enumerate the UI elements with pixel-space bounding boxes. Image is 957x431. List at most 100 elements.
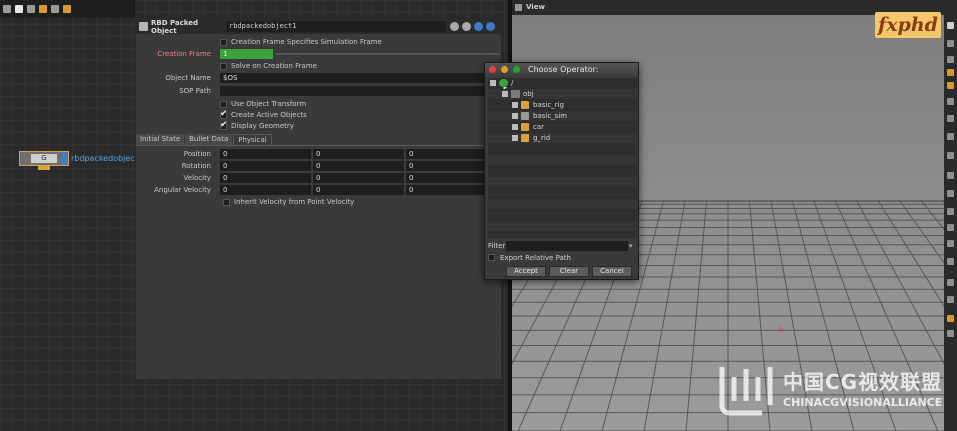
template-icon[interactable] xyxy=(947,296,954,303)
light-icon[interactable] xyxy=(947,115,954,122)
points-icon[interactable] xyxy=(947,152,954,159)
display-icon[interactable] xyxy=(947,82,954,89)
arrow-icon[interactable] xyxy=(515,4,522,11)
creation-frame-field[interactable]: 1 xyxy=(220,49,273,59)
edges-icon[interactable] xyxy=(947,190,954,197)
solve-on-creation-checkbox[interactable] xyxy=(220,63,227,70)
shading-icon[interactable] xyxy=(947,98,954,105)
info-icon[interactable] xyxy=(474,22,483,31)
light2-icon[interactable] xyxy=(947,258,954,265)
sticky-icon[interactable] xyxy=(63,5,71,13)
tree-row-empty xyxy=(488,166,637,176)
position-x-field[interactable]: 0 xyxy=(220,149,311,159)
tree-row-empty xyxy=(488,199,637,209)
tree-row-empty xyxy=(488,177,637,187)
viewport-title: View xyxy=(526,3,545,11)
solve-on-creation-label: Solve on Creation Frame xyxy=(231,62,317,70)
tree-row-basic-sim[interactable]: basic_sim xyxy=(488,111,637,121)
ghost-icon[interactable] xyxy=(947,224,954,231)
node-name-field[interactable]: rbdpackedobject1 xyxy=(226,21,446,32)
frame-icon[interactable] xyxy=(947,40,954,47)
tree-row-car[interactable]: car xyxy=(488,122,637,132)
node-type-icon: G xyxy=(41,154,47,162)
filter-input[interactable] xyxy=(506,241,628,251)
create-active-objects-checkbox[interactable] xyxy=(220,109,228,119)
gear-icon[interactable] xyxy=(450,22,459,31)
render-icon[interactable] xyxy=(947,330,954,337)
velocity-y-field[interactable]: 0 xyxy=(313,173,404,183)
position-y-field[interactable]: 0 xyxy=(313,149,404,159)
rotation-label: Rotation xyxy=(181,162,211,170)
use-object-transform-checkbox[interactable] xyxy=(220,101,227,108)
velocity-x-field[interactable]: 0 xyxy=(220,173,311,183)
expand-icon[interactable] xyxy=(512,124,518,130)
angular-velocity-x-field[interactable]: 0 xyxy=(220,185,311,195)
angular-velocity-y-field[interactable]: 0 xyxy=(313,185,404,195)
close-icon[interactable] xyxy=(489,66,496,73)
minimize-icon[interactable] xyxy=(501,66,508,73)
expand-icon[interactable] xyxy=(512,135,518,141)
clear-button[interactable]: Clear xyxy=(549,266,589,277)
tab-bullet-data[interactable]: Bullet Data xyxy=(185,134,233,145)
tree-row-empty xyxy=(488,221,637,231)
row-rotation: Rotation 0 0 0 xyxy=(136,161,501,172)
expand-icon[interactable] xyxy=(512,113,518,119)
inherit-velocity-checkbox[interactable] xyxy=(223,199,230,206)
row-display-geometry: Display Geometry xyxy=(136,120,501,132)
grid-icon[interactable] xyxy=(27,5,35,13)
accept-button[interactable]: Accept xyxy=(506,266,546,277)
creation-frame-slider[interactable] xyxy=(276,53,500,55)
object-name-label: Object Name xyxy=(165,74,211,82)
export-relative-checkbox[interactable] xyxy=(488,254,495,261)
tab-initial-state[interactable]: Initial State xyxy=(136,134,185,145)
filter-dropdown-icon[interactable]: ▾ xyxy=(629,241,633,251)
note-icon[interactable] xyxy=(51,5,59,13)
display-flag[interactable] xyxy=(62,152,68,165)
tab-physical[interactable]: Physical xyxy=(233,134,272,145)
param-tabs: Initial State Bullet Data Physical xyxy=(136,134,272,145)
image-icon[interactable] xyxy=(39,5,47,13)
layout-icon[interactable] xyxy=(3,5,11,13)
expand-icon[interactable] xyxy=(512,102,518,108)
sop-path-field[interactable] xyxy=(220,86,500,96)
dialog-title: Choose Operator: xyxy=(528,65,599,74)
node-output-connector[interactable] xyxy=(38,166,50,170)
folder-icon xyxy=(511,90,520,98)
watermark-emblem xyxy=(719,367,773,416)
node-body: G xyxy=(31,154,57,163)
help-icon[interactable] xyxy=(462,22,471,31)
tree-label: obj xyxy=(523,90,534,98)
dialog-titlebar[interactable]: Choose Operator: xyxy=(485,63,638,76)
rotation-x-field[interactable]: 0 xyxy=(220,161,311,171)
tree-row-basic-rig[interactable]: basic_rig xyxy=(488,100,637,110)
display-geometry-checkbox[interactable] xyxy=(220,120,228,130)
hide-icon[interactable] xyxy=(947,279,954,286)
collapse-icon[interactable] xyxy=(502,91,508,97)
operator-tree[interactable]: / ↖ obj basic_rig basic_sim car g_rid xyxy=(488,78,637,238)
normals-icon[interactable] xyxy=(947,172,954,179)
creation-frame-specifies-checkbox[interactable] xyxy=(220,39,227,46)
uv-icon[interactable] xyxy=(947,208,954,215)
tree-row-empty xyxy=(488,155,637,165)
sphere-icon[interactable] xyxy=(947,240,954,247)
tree-row-g-rid[interactable]: g_rid xyxy=(488,133,637,143)
row-sop-path: SOP Path xyxy=(136,86,501,97)
rotation-y-field[interactable]: 0 xyxy=(313,161,404,171)
cancel-button[interactable]: Cancel xyxy=(592,266,632,277)
row-inherit-velocity: Inherit Velocity from Point Velocity xyxy=(136,197,501,208)
tree-row-empty xyxy=(488,144,637,154)
layout-icon[interactable] xyxy=(947,315,954,322)
zoom-icon[interactable] xyxy=(513,66,520,73)
page-icon[interactable] xyxy=(15,5,23,13)
home-icon[interactable] xyxy=(947,22,954,29)
tree-row-obj[interactable]: obj xyxy=(488,89,637,99)
snap-icon[interactable] xyxy=(947,69,954,76)
wire-icon[interactable] xyxy=(947,133,954,140)
param-header: RBD Packed Object rbdpackedobject1 xyxy=(136,19,501,35)
object-name-field[interactable]: $OS xyxy=(220,73,500,83)
camera-icon[interactable] xyxy=(947,56,954,63)
rbd-node[interactable]: G xyxy=(19,151,69,170)
creation-frame-label: Creation Frame xyxy=(157,50,211,58)
collapse-icon[interactable] xyxy=(490,80,496,86)
question-icon[interactable] xyxy=(486,22,495,31)
